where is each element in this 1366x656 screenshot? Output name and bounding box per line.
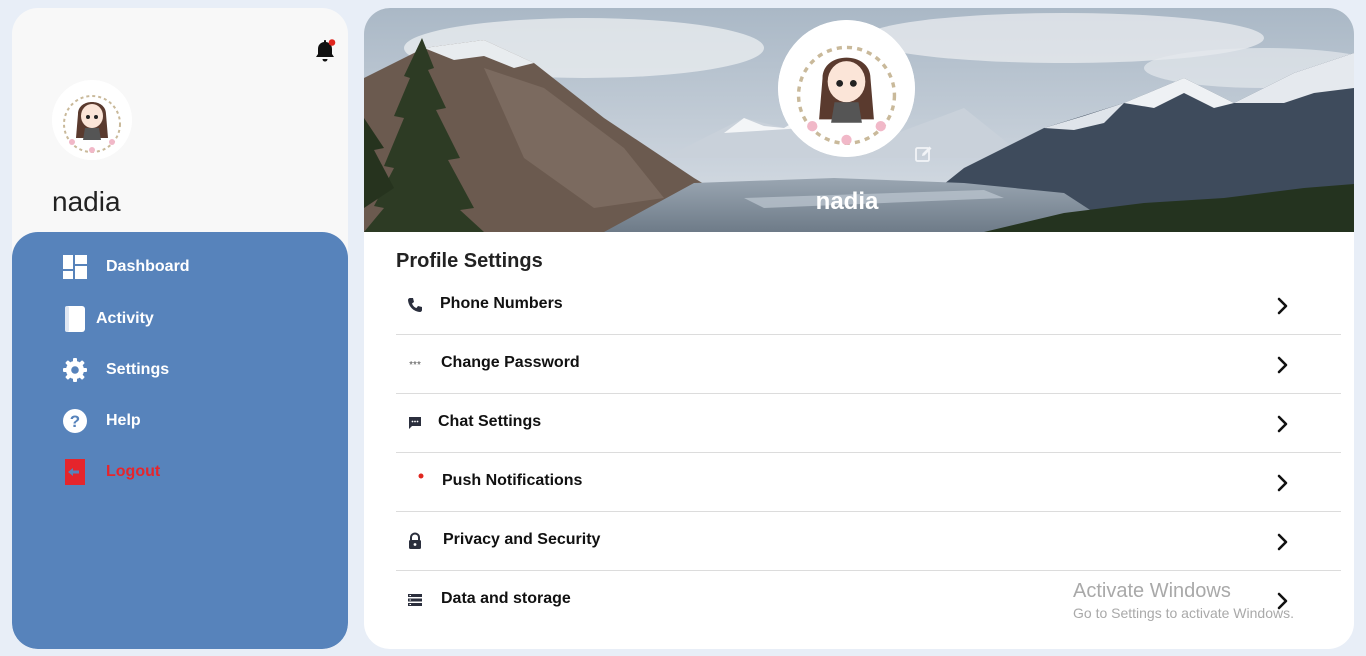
gear-icon	[60, 355, 90, 385]
main-panel: nadia Profile Settings Phone Numbers ***…	[364, 8, 1354, 649]
profile-avatar[interactable]	[778, 20, 915, 157]
settings-item-label: Push Notifications	[442, 472, 583, 489]
sidebar-item-activity[interactable]: Activity	[60, 304, 154, 334]
dashboard-icon	[60, 252, 90, 282]
chat-icon	[406, 414, 424, 432]
settings-item-label: Data and storage	[441, 590, 571, 607]
settings-item-privacy-and-security[interactable]: Privacy and Security	[396, 512, 1341, 571]
settings-item-label: Phone Numbers	[440, 295, 563, 312]
storage-icon	[406, 591, 424, 609]
settings-list: Phone Numbers *** Change Password Chat S…	[396, 276, 1341, 630]
svg-text:?: ?	[70, 412, 80, 431]
password-dots-icon: ***	[406, 355, 424, 373]
page-title: Profile Settings	[396, 250, 543, 272]
sidebar-item-dashboard[interactable]: Dashboard	[60, 252, 190, 282]
chevron-right-icon	[1274, 296, 1292, 316]
phone-icon	[406, 296, 424, 314]
sidebar-item-label: Dashboard	[106, 258, 190, 275]
notification-bell-icon[interactable]	[312, 38, 338, 64]
settings-item-label: Chat Settings	[438, 413, 542, 430]
settings-item-phone-numbers[interactable]: Phone Numbers	[396, 276, 1341, 335]
chevron-right-icon	[1274, 591, 1292, 611]
edit-icon[interactable]	[914, 144, 934, 164]
settings-item-change-password[interactable]: *** Change Password	[396, 335, 1341, 394]
settings-item-chat-settings[interactable]: Chat Settings	[396, 394, 1341, 453]
notification-dot-icon	[412, 467, 430, 485]
sidebar-item-label: Logout	[106, 463, 161, 480]
book-icon	[60, 304, 90, 334]
sidebar-item-help[interactable]: ? Help	[60, 406, 141, 436]
lock-icon	[406, 532, 424, 550]
sidebar-item-label: Help	[106, 412, 141, 429]
sidebar-item-label: Settings	[106, 361, 170, 378]
settings-item-push-notifications[interactable]: Push Notifications	[396, 453, 1341, 512]
avatar[interactable]	[52, 80, 132, 160]
svg-text:***: ***	[409, 360, 421, 369]
sidebar-item-settings[interactable]: Settings	[60, 355, 169, 385]
cover-banner: nadia	[364, 8, 1354, 232]
settings-item-data-and-storage[interactable]: Data and storage	[396, 571, 1341, 630]
settings-item-label: Change Password	[441, 354, 580, 371]
logout-icon	[60, 457, 90, 487]
sidebar-user-name: nadia	[52, 186, 121, 217]
question-icon: ?	[60, 406, 90, 436]
chevron-right-icon	[1274, 355, 1292, 375]
chevron-right-icon	[1274, 473, 1292, 493]
chevron-right-icon	[1274, 532, 1292, 552]
sidebar-nav: Dashboard Activity Settings ? Help Logou…	[12, 232, 348, 649]
sidebar: nadia Dashboard Activity Settings ? Help…	[12, 8, 348, 649]
settings-item-label: Privacy and Security	[443, 531, 601, 548]
profile-name: nadia	[815, 188, 879, 215]
sidebar-item-label: Activity	[96, 310, 154, 327]
chevron-right-icon	[1274, 414, 1292, 434]
sidebar-item-logout[interactable]: Logout	[60, 457, 160, 487]
